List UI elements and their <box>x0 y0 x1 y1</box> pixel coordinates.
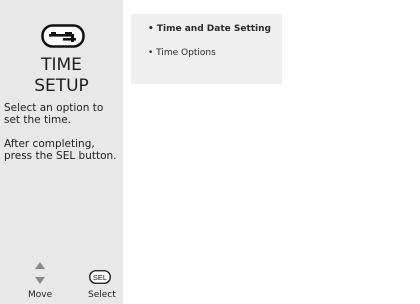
options-menu: • Time and Date Setting • Time Options <box>131 14 282 84</box>
sel-icon-text: SEL <box>93 273 107 282</box>
setup-wrench-icon <box>41 24 85 48</box>
title-line-1: TIME <box>41 55 82 75</box>
instruction-text: Select an option to set the time. <box>4 102 104 126</box>
sidebar: TIME SETUP Select an option to set the t… <box>0 0 123 304</box>
page-title: TIME SETUP <box>0 55 123 97</box>
menu-item-time-options[interactable]: • Time Options <box>148 48 216 58</box>
select-label: Select <box>88 290 116 300</box>
title-line-2: SETUP <box>34 76 89 96</box>
menu-item-time-and-date-setting[interactable]: • Time and Date Setting <box>148 24 271 34</box>
up-down-arrows-icon <box>35 262 45 284</box>
completion-instruction-text: After completing, press the SEL button. <box>4 138 117 162</box>
sel-button-icon: SEL <box>89 270 111 284</box>
move-label: Move <box>28 290 53 300</box>
